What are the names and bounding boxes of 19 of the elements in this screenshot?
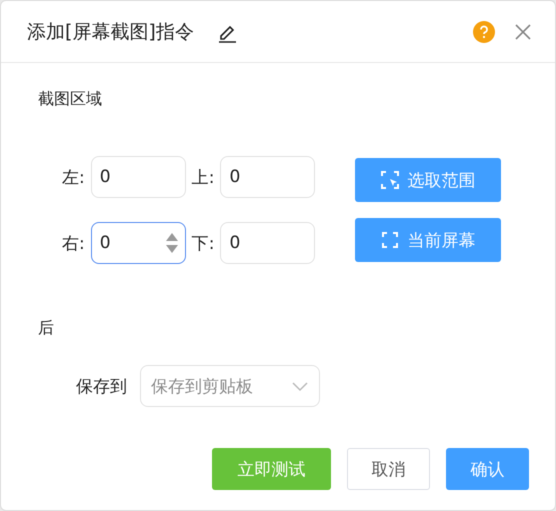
- field-label: 左:: [62, 166, 85, 188]
- number-field[interactable]: 0: [220, 222, 316, 264]
- save-label: 保存到: [76, 376, 127, 398]
- close-icon[interactable]: [513, 22, 533, 42]
- number-field[interactable]: 0: [90, 222, 186, 264]
- dialog-title: 添加[屏幕截图]指令: [27, 20, 194, 44]
- field-label: 右:: [62, 232, 85, 254]
- spinner-icon[interactable]: [164, 231, 179, 255]
- section-title: 截图区域: [38, 89, 102, 110]
- field-label: 上:: [192, 166, 214, 188]
- help-icon[interactable]: [473, 20, 495, 42]
- number-field[interactable]: 0: [220, 156, 316, 198]
- section-title: 后: [38, 318, 54, 339]
- fullscreen-icon: [381, 231, 400, 249]
- selection-icon: [381, 171, 400, 189]
- cancel-button[interactable]: 取消: [347, 448, 430, 490]
- field-label: 下:: [192, 232, 214, 254]
- number-field[interactable]: 0: [90, 156, 186, 198]
- chevron-down-icon: [291, 380, 309, 392]
